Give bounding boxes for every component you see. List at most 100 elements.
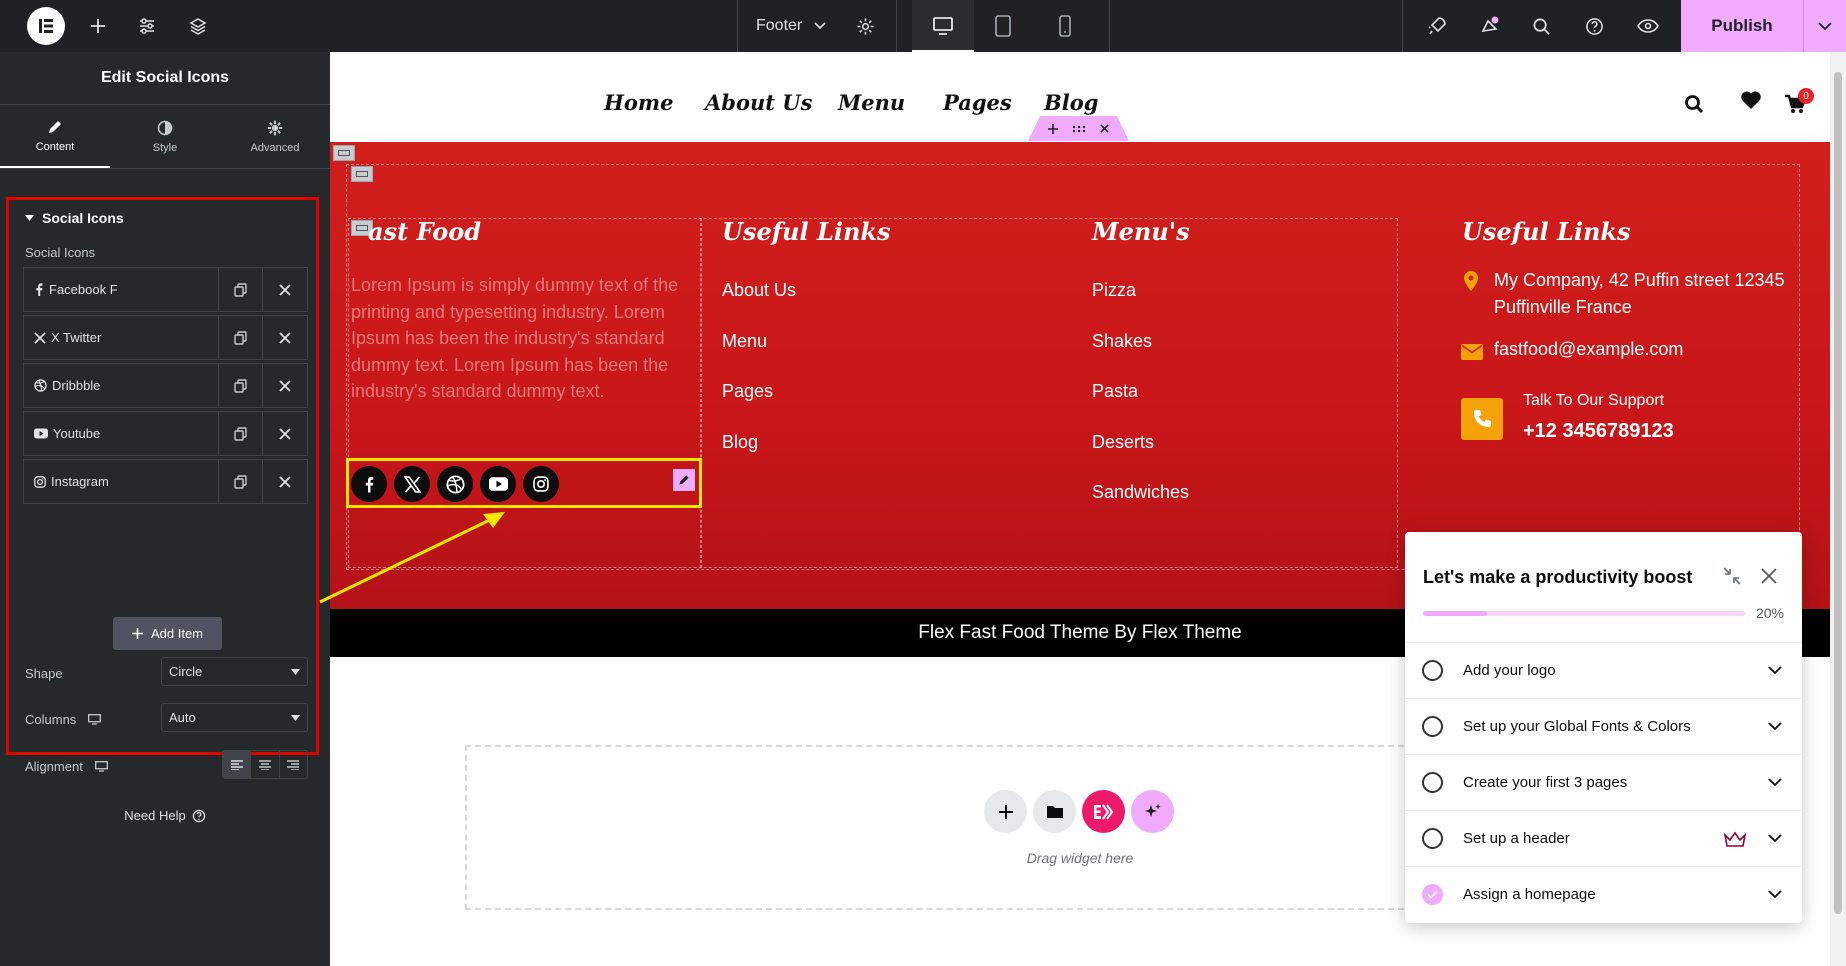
repeater-item-dribbble[interactable]: Dribbble [23, 363, 308, 408]
repeater-item-facebook[interactable]: Facebook F [23, 267, 308, 312]
remove-button[interactable] [263, 316, 307, 359]
checkbox-circle[interactable] [1422, 828, 1443, 849]
duplicate-button[interactable] [219, 316, 263, 359]
elementor-logo-button[interactable] [24, 0, 68, 52]
align-center-button[interactable] [251, 751, 280, 778]
add-section-button[interactable] [984, 790, 1027, 833]
publish-options-button[interactable] [1803, 0, 1846, 52]
structure-layers-icon[interactable] [184, 0, 212, 52]
repeater-item-title[interactable]: Facebook F [24, 268, 219, 311]
checkbox-circle[interactable] [1422, 772, 1443, 793]
duplicate-button[interactable] [219, 268, 263, 311]
support-phone[interactable]: +12 3456789123 [1523, 420, 1674, 443]
dribbble-icon[interactable] [437, 466, 473, 502]
align-left-button[interactable] [223, 751, 252, 778]
footer-link-blog[interactable]: Blog [722, 432, 758, 453]
columns-select[interactable]: Auto [161, 703, 308, 732]
remove-button[interactable] [263, 460, 307, 503]
copyright-text: Flex Fast Food Theme By Flex Theme [918, 622, 1242, 643]
site-header: Home About Us Menu Pages Blog 0 [330, 52, 1830, 142]
section-header[interactable]: Social Icons [25, 210, 124, 226]
edit-widget-button[interactable] [673, 469, 695, 491]
tab-advanced[interactable]: Advanced [220, 105, 330, 168]
checklist-item-add-logo[interactable]: Add your logo [1405, 642, 1802, 698]
remove-button[interactable] [263, 412, 307, 455]
contrast-icon [157, 120, 173, 135]
nav-link-menu[interactable]: Menu [838, 90, 905, 115]
repeater-item-title[interactable]: Youtube [24, 412, 219, 455]
footer-menu-sandwiches[interactable]: Sandwiches [1092, 482, 1189, 503]
footer-link-menu[interactable]: Menu [722, 331, 767, 352]
repeater-item-title[interactable]: Dribbble [24, 364, 219, 407]
remove-button[interactable] [263, 268, 307, 311]
desktop-icon[interactable] [928, 0, 958, 52]
page-settings-gear-icon[interactable] [853, 0, 877, 52]
checkbox-circle[interactable] [1422, 660, 1443, 681]
publish-button[interactable]: Publish [1681, 0, 1803, 52]
remove-button[interactable] [263, 364, 307, 407]
ai-assistant-button[interactable] [1131, 790, 1174, 833]
shape-select[interactable]: Circle [161, 657, 308, 686]
duplicate-button[interactable] [219, 412, 263, 455]
repeater-item-youtube[interactable]: Youtube [23, 411, 308, 456]
footer-menu-pasta[interactable]: Pasta [1092, 381, 1138, 402]
repeater-item-title[interactable]: Instagram [24, 460, 219, 503]
footer-menu-pizza[interactable]: Pizza [1092, 280, 1136, 301]
footer-menu-shakes[interactable]: Shakes [1092, 331, 1152, 352]
close-icon[interactable] [1761, 568, 1777, 589]
drag-handle-icon[interactable] [1072, 125, 1086, 133]
tab-content[interactable]: Content [0, 105, 110, 168]
site-search-icon[interactable] [1684, 94, 1704, 119]
checklist-item-setup-header[interactable]: Set up a header [1405, 810, 1802, 866]
tablet-icon[interactable] [988, 0, 1018, 52]
wishlist-heart-icon[interactable] [1740, 90, 1762, 115]
elementor-kit-button[interactable] [1082, 790, 1125, 833]
checkbox-circle[interactable] [1422, 716, 1443, 737]
notifications-icon[interactable] [1476, 0, 1504, 52]
container-handle-icon[interactable] [333, 145, 355, 161]
align-center-icon [258, 759, 271, 770]
help-icon[interactable] [1581, 0, 1607, 52]
footer-link-pages[interactable]: Pages [722, 381, 773, 402]
repeater-item-instagram[interactable]: Instagram [23, 459, 308, 504]
tab-label: Style [152, 141, 178, 154]
x-twitter-icon[interactable] [394, 466, 430, 502]
checklist-item-global-fonts-colors[interactable]: Set up your Global Fonts & Colors [1405, 698, 1802, 754]
checkbox-checked[interactable] [1422, 884, 1443, 905]
footer-link-about-us[interactable]: About Us [722, 280, 796, 301]
responsive-desktop-icon[interactable] [88, 714, 102, 725]
repeater-item-x-twitter[interactable]: X Twitter [23, 315, 308, 360]
close-icon[interactable] [1100, 124, 1109, 133]
nav-link-home[interactable]: Home [604, 90, 673, 115]
nav-link-blog[interactable]: Blog [1044, 90, 1098, 115]
facebook-f-icon[interactable] [351, 466, 387, 502]
add-element-icon[interactable] [84, 0, 112, 52]
document-title-dropdown[interactable]: Footer [756, 0, 826, 52]
checklist-item-assign-homepage[interactable]: Assign a homepage [1405, 866, 1802, 922]
canvas-scrollbar-thumb[interactable] [1834, 72, 1842, 914]
mobile-icon[interactable] [1050, 0, 1080, 52]
preview-eye-icon[interactable] [1634, 0, 1662, 52]
add-template-button[interactable] [1033, 790, 1076, 833]
nav-link-about-us[interactable]: About Us [705, 90, 812, 115]
tab-style[interactable]: Style [110, 105, 220, 168]
add-item-button[interactable]: Add Item [113, 617, 222, 650]
footer-email[interactable]: fastfood@example.com [1494, 339, 1683, 360]
add-section-icon[interactable] [1048, 123, 1058, 134]
site-settings-icon[interactable] [133, 0, 161, 52]
duplicate-button[interactable] [219, 460, 263, 503]
youtube-icon[interactable] [480, 466, 516, 502]
footer-menu-deserts[interactable]: Deserts [1092, 432, 1154, 453]
align-right-button[interactable] [280, 751, 307, 778]
instagram-icon[interactable] [523, 466, 559, 502]
launch-rocket-icon[interactable] [1424, 0, 1450, 52]
nav-link-pages[interactable]: Pages [943, 90, 1012, 115]
need-help-link[interactable]: Need Help [0, 808, 330, 823]
footer-address: My Company, 42 Puffin street 12345 Puffi… [1494, 270, 1785, 317]
search-icon[interactable] [1528, 0, 1554, 52]
repeater-item-title[interactable]: X Twitter [24, 316, 219, 359]
checklist-item-create-pages[interactable]: Create your first 3 pages [1405, 754, 1802, 810]
duplicate-button[interactable] [219, 364, 263, 407]
responsive-desktop-icon[interactable] [94, 761, 108, 772]
minimize-icon[interactable] [1722, 566, 1742, 591]
